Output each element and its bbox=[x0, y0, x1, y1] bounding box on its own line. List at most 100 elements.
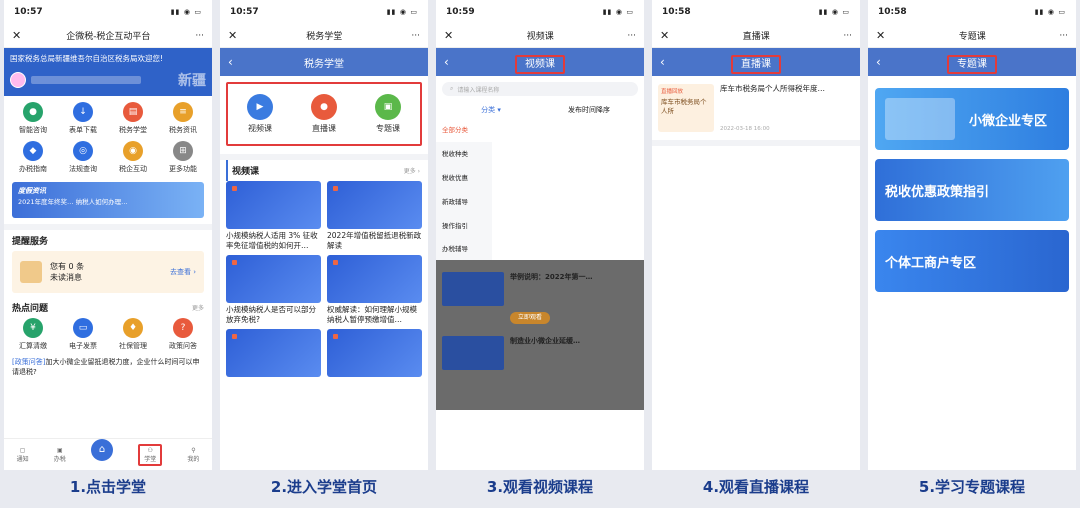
watch-button[interactable]: 立即观看 bbox=[510, 312, 550, 324]
category-option[interactable]: 操作指引 bbox=[436, 214, 492, 238]
more-icon[interactable]: ··· bbox=[627, 31, 636, 41]
search-input[interactable]: ⌕ 请输入课程名称 bbox=[442, 82, 638, 96]
window-title: 企微税-税企互动平台 bbox=[66, 32, 151, 42]
tab-notice[interactable]: ▢ 通知 bbox=[17, 447, 29, 463]
video-card[interactable] bbox=[226, 329, 321, 377]
news-banner[interactable]: 度假资讯 2021年度年终奖… 纳税人如何办理… bbox=[12, 182, 204, 218]
window-title-bar: ✕ 直播课 ··· bbox=[652, 24, 860, 48]
reminder-link[interactable]: 去查看 › bbox=[170, 267, 196, 277]
download-icon: ↓ bbox=[73, 102, 93, 122]
live-title: 库车市税务局个人所得税年度… bbox=[720, 84, 825, 93]
grid-item-interaction[interactable]: ◉ 税企互动 bbox=[108, 141, 158, 174]
grid-label: 税务学堂 bbox=[119, 126, 147, 134]
video-card[interactable]: 小规模纳税人适用 3% 征收率免征增值税的如何开… bbox=[226, 181, 321, 255]
window-title: 视频课 bbox=[526, 32, 554, 42]
category-video[interactable]: ▶ 视频课 bbox=[247, 94, 273, 134]
more-icon[interactable]: ··· bbox=[1059, 31, 1068, 41]
video-title: 小规模纳税人是否可以部分放弃免税? bbox=[226, 305, 316, 324]
topic-banner-individual-business[interactable]: 个体工商户专区 bbox=[875, 230, 1069, 292]
tab-mine[interactable]: ⚲ 我的 bbox=[187, 447, 199, 463]
topic-banner-small-business[interactable]: 小微企业专区 bbox=[875, 88, 1069, 150]
video-card[interactable]: 2022年增值税留抵退税新政解读 bbox=[327, 181, 422, 255]
video-card[interactable] bbox=[327, 329, 422, 377]
more-icon[interactable]: ··· bbox=[411, 31, 420, 41]
tab-tax[interactable]: ▣ 办税 bbox=[54, 447, 66, 463]
topic-banner-tax-policy[interactable]: 税收优惠政策指引 bbox=[875, 159, 1069, 221]
interaction-icon: ◉ bbox=[123, 141, 143, 161]
hot-item-e-invoice[interactable]: ▭ 电子发票 bbox=[58, 318, 108, 351]
grid-item-smart-consult[interactable]: ● 智能咨询 bbox=[8, 102, 58, 135]
tab-home[interactable]: ⌂ bbox=[91, 438, 113, 461]
screen-1: 10:57 ▮▮ ◉ ▭ ✕ 企微税-税企互动平台 ··· 国家税务总局新疆维吾尔自治… bbox=[4, 0, 212, 470]
window-title-bar: ✕ 专题课 ··· bbox=[868, 24, 1076, 48]
reminder-card[interactable]: 您有 0 条未读消息 去查看 › bbox=[12, 251, 204, 293]
nav-bar: ‹ 视频课 bbox=[436, 48, 644, 76]
live-date: 2022-03-18 16:00 bbox=[720, 126, 770, 132]
news-item[interactable]: [政策问答]加大小微企业留抵退税力度，企业什么时间可以申请退税? bbox=[4, 357, 212, 379]
live-course-icon: ● bbox=[311, 94, 337, 120]
grid-item-form-download[interactable]: ↓ 表单下载 bbox=[58, 102, 108, 135]
topic-course-icon: ▣ bbox=[375, 94, 401, 120]
avatar[interactable] bbox=[10, 72, 26, 88]
invoice-icon: ▭ bbox=[73, 318, 93, 338]
grid-label: 政策问答 bbox=[169, 342, 197, 350]
close-icon[interactable]: ✕ bbox=[12, 29, 21, 42]
window-title: 直播课 bbox=[742, 32, 770, 42]
grid-label: 表单下载 bbox=[69, 126, 97, 134]
category-topic[interactable]: ▣ 专题课 bbox=[375, 94, 401, 134]
hot-more-link[interactable]: 更多 bbox=[192, 303, 204, 312]
status-icons: ▮▮ ◉ ▭ bbox=[602, 8, 634, 16]
more-icon[interactable]: ··· bbox=[843, 31, 852, 41]
grid-item-law-search[interactable]: ◎ 法规查询 bbox=[58, 141, 108, 174]
function-grid: ● 智能咨询 ↓ 表单下载 ▤ 税务学堂 ≡ 税务资讯 ◆ 办税指南 ◎ 法规查询 ◉ 税企互… bbox=[4, 96, 212, 180]
section-more-link[interactable]: 更多 › bbox=[404, 166, 420, 175]
window-title: 税务学堂 bbox=[306, 32, 343, 42]
category-label: 直播课 bbox=[312, 124, 336, 133]
tab-label: 我的 bbox=[187, 455, 200, 463]
category-option[interactable]: 税收种类 bbox=[436, 142, 492, 166]
course-category-box: ▶ 视频课 ● 直播课 ▣ 专题课 bbox=[226, 82, 422, 146]
category-option[interactable]: 税收优惠 bbox=[436, 166, 492, 190]
more-icon[interactable]: ··· bbox=[195, 31, 204, 41]
video-course-icon: ▶ bbox=[247, 94, 273, 120]
hot-item-social-security[interactable]: ♦ 社保管理 bbox=[108, 318, 158, 351]
category-option[interactable]: 新政辅导 bbox=[436, 190, 492, 214]
video-thumbnail bbox=[327, 255, 422, 303]
category-option[interactable]: 办税辅导 bbox=[436, 238, 492, 260]
grid-item-tax-news[interactable]: ≡ 税务资讯 bbox=[158, 102, 208, 135]
welcome-banner: 国家税务总局新疆维吾尔自治区税务局欢迎您! 新疆 bbox=[4, 48, 212, 96]
grid-item-more[interactable]: ⊞ 更多功能 bbox=[158, 141, 208, 174]
category-filter[interactable]: 分类 ▾ bbox=[442, 105, 540, 115]
grid-item-guide[interactable]: ◆ 办税指南 bbox=[8, 141, 58, 174]
step-caption: 5.学习专题课程 bbox=[918, 478, 1026, 496]
window-title-bar: ✕ 税务学堂 ··· bbox=[220, 24, 428, 48]
banner-label: 小微企业专区 bbox=[969, 113, 1048, 129]
close-icon[interactable]: ✕ bbox=[228, 29, 237, 42]
close-icon[interactable]: ✕ bbox=[876, 29, 885, 42]
video-card[interactable]: 小规模纳税人是否可以部分放弃免税? bbox=[226, 255, 321, 329]
thumbnail-text: 库车市税务局个人所 bbox=[661, 98, 707, 115]
course-thumbnail bbox=[442, 272, 504, 306]
course-title: 制造业小微企业延缓… bbox=[510, 337, 580, 345]
category-live[interactable]: ● 直播课 bbox=[311, 94, 337, 134]
live-course-item[interactable]: 直播回放 库车市税务局个人所 库车市税务局个人所得税年度… 2022-03-18… bbox=[652, 76, 860, 146]
course-item[interactable]: 制造业小微企业延缓… bbox=[442, 336, 638, 370]
category-option[interactable]: 全部分类 bbox=[436, 118, 492, 142]
hot-item-settlement[interactable]: ¥ 汇算清缴 bbox=[8, 318, 58, 351]
course-title: 举例说明：2022年第一… bbox=[510, 273, 593, 281]
nav-title: 专题课 bbox=[947, 54, 997, 74]
hot-item-policy-qa[interactable]: ? 政策问答 bbox=[158, 318, 208, 351]
tab-school[interactable]: ⚇ 学堂 bbox=[138, 443, 163, 466]
course-item[interactable]: 举例说明：2022年第一… bbox=[442, 272, 638, 306]
close-icon[interactable]: ✕ bbox=[444, 29, 453, 42]
filter-dropdown: 全部分类 税收种类 税收优惠 新政辅导 操作指引 办税辅导 bbox=[436, 118, 644, 260]
tab-label: 通知 bbox=[16, 455, 29, 463]
user-icon: ⚲ bbox=[191, 446, 196, 454]
sort-filter[interactable]: 发布时间降序 bbox=[540, 105, 638, 115]
grid-item-tax-school[interactable]: ▤ 税务学堂 bbox=[108, 102, 158, 135]
close-icon[interactable]: ✕ bbox=[660, 29, 669, 42]
grid-label: 智能咨询 bbox=[19, 126, 47, 134]
status-bar: 10:58 ▮▮ ◉ ▭ bbox=[652, 0, 860, 24]
video-card[interactable]: 权威解读：如何理解小规模纳税人暂停预缴增值… bbox=[327, 255, 422, 329]
banner-label: 个体工商户专区 bbox=[885, 255, 977, 271]
